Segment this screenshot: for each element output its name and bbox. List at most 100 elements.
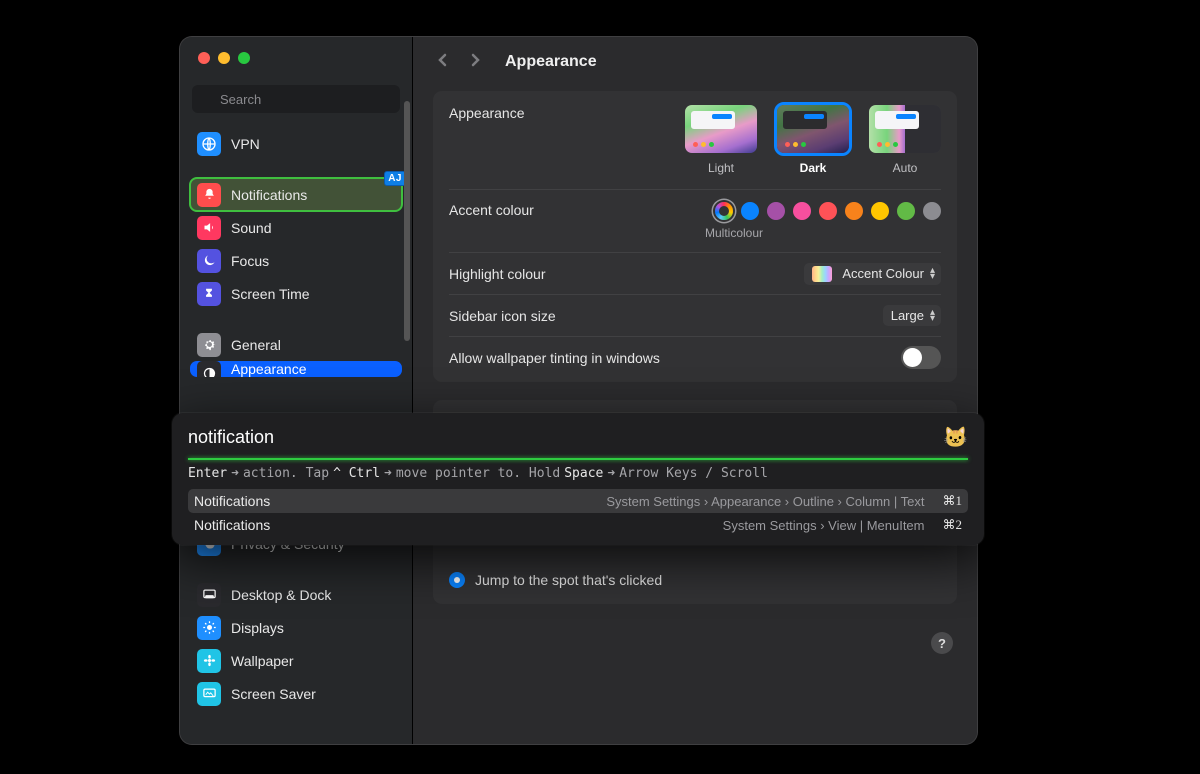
sidebar-item-notifications[interactable]: Notifications AJ: [190, 178, 402, 211]
sidebar-item-label: Sound: [231, 220, 271, 236]
sidebar-item-label: Desktop & Dock: [231, 587, 331, 603]
brightness-icon: [197, 616, 221, 640]
close-window-button[interactable]: [198, 52, 210, 64]
globe-icon: [197, 132, 221, 156]
sidebar: VPN Notifications AJ Sound F: [180, 37, 413, 744]
wallpaper-tinting-row: Allow wallpaper tinting in windows: [449, 336, 941, 378]
palette-result[interactable]: Notifications System Settings › View | M…: [188, 513, 968, 537]
moon-icon: [197, 249, 221, 273]
command-palette: 🐱 Enter➜ action. Tap ^ Ctrl➜ move pointe…: [172, 413, 984, 545]
window-controls: [180, 37, 412, 79]
sidebar-item-label: Wallpaper: [231, 653, 294, 669]
accent-swatch-multicolour[interactable]: [715, 202, 733, 220]
palette-results: Notifications System Settings › Appearan…: [188, 489, 968, 537]
palette-result-label: Notifications: [194, 493, 270, 509]
palette-result-shortcut: ⌘2: [943, 517, 963, 533]
search-container: [180, 79, 412, 123]
system-settings-window: VPN Notifications AJ Sound F: [180, 37, 977, 744]
sidebar-item-appearance[interactable]: Appearance: [190, 361, 402, 377]
sidebar-item-sound[interactable]: Sound: [190, 211, 402, 244]
appearance-options: Light Dark Auto: [685, 105, 941, 175]
palette-result-path: System Settings › View | MenuItem: [723, 518, 925, 533]
scroll-click-spot-row[interactable]: Jump to the spot that's clicked: [449, 568, 941, 600]
wallpaper-tinting-toggle[interactable]: [901, 346, 941, 369]
sidebar-item-screen-time[interactable]: Screen Time: [190, 277, 402, 310]
chevron-updown-icon: ▴▾: [930, 310, 935, 322]
appearance-option-label: Light: [708, 161, 734, 175]
chevron-updown-icon: ▴▾: [930, 268, 935, 280]
sidebar-item-label: Appearance: [231, 361, 307, 377]
dark-thumbnail: [777, 105, 849, 153]
zoom-window-button[interactable]: [238, 52, 250, 64]
accent-label: Accent colour: [449, 202, 534, 218]
highlight-gradient-icon: [812, 266, 832, 282]
palette-divider: [188, 458, 968, 460]
main-content: Appearance Appearance Light Dark: [413, 37, 977, 744]
sidebar-item-vpn[interactable]: VPN: [190, 127, 402, 160]
forward-button[interactable]: [467, 52, 483, 73]
search-input[interactable]: [192, 85, 400, 113]
settings-content: Appearance Light Dark Auto: [413, 87, 977, 670]
accent-caption: Multicolour: [705, 226, 763, 240]
palette-search-input[interactable]: [188, 427, 943, 448]
sidebar-item-displays[interactable]: Displays: [190, 611, 402, 644]
palette-result-path: System Settings › Appearance › Outline ›…: [606, 494, 924, 509]
sidebar-item-label: General: [231, 337, 281, 353]
sidebar-item-label: Notifications: [231, 187, 307, 203]
hourglass-icon: [197, 282, 221, 306]
gear-icon: [197, 333, 221, 357]
highlight-colour-select[interactable]: Accent Colour ▴▾: [804, 263, 941, 285]
sidebar-scrollbar[interactable]: [404, 101, 410, 341]
appearance-option-label: Dark: [800, 161, 827, 175]
accent-swatch-red[interactable]: [819, 202, 837, 220]
speaker-icon: [197, 216, 221, 240]
accent-colour-row: Accent colour Mu: [449, 189, 941, 252]
accent-swatch-green[interactable]: [897, 202, 915, 220]
accent-swatches: [715, 202, 941, 220]
sidebar-item-label: Focus: [231, 253, 269, 269]
sidebar-item-wallpaper[interactable]: Wallpaper: [190, 644, 402, 677]
titlebar: Appearance: [413, 37, 977, 87]
appearance-label: Appearance: [449, 105, 525, 121]
appearance-panel: Appearance Light Dark Auto: [433, 91, 957, 382]
sidebar-item-general[interactable]: General: [190, 328, 402, 361]
sidebar-size-label: Sidebar icon size: [449, 308, 556, 324]
palette-result[interactable]: Notifications System Settings › Appearan…: [188, 489, 968, 513]
tinting-label: Allow wallpaper tinting in windows: [449, 350, 660, 366]
accent-swatch-purple[interactable]: [767, 202, 785, 220]
sidebar-item-screen-saver[interactable]: Screen Saver: [190, 677, 402, 710]
accent-swatch-pink[interactable]: [793, 202, 811, 220]
accent-swatch-orange[interactable]: [845, 202, 863, 220]
flower-icon: [197, 649, 221, 673]
screensaver-icon: [197, 682, 221, 706]
accent-swatch-yellow[interactable]: [871, 202, 889, 220]
sidebar-item-label: Screen Saver: [231, 686, 316, 702]
minimize-window-button[interactable]: [218, 52, 230, 64]
palette-result-shortcut: ⌘1: [943, 493, 963, 509]
radio-button[interactable]: [449, 572, 465, 588]
accent-swatch-graphite[interactable]: [923, 202, 941, 220]
sidebar-item-desktop-dock[interactable]: Desktop & Dock: [190, 578, 402, 611]
back-button[interactable]: [435, 52, 451, 73]
sidebar-item-label: Screen Time: [231, 286, 310, 302]
highlight-colour-row: Highlight colour Accent Colour ▴▾: [449, 252, 941, 294]
palette-result-label: Notifications: [194, 517, 270, 533]
appearance-option-auto[interactable]: Auto: [869, 105, 941, 175]
highlight-value: Accent Colour: [842, 266, 924, 281]
appearance-option-dark[interactable]: Dark: [777, 105, 849, 175]
appearance-icon: [197, 361, 221, 377]
sidebar-item-label: VPN: [231, 136, 260, 152]
sidebar-size-select[interactable]: Large ▴▾: [883, 305, 941, 326]
appearance-mode-row: Appearance Light Dark Auto: [449, 103, 941, 189]
shortcut-badge: AJ: [384, 171, 406, 186]
bell-icon: [197, 183, 221, 207]
sidebar-icon-size-row: Sidebar icon size Large ▴▾: [449, 294, 941, 336]
appearance-option-light[interactable]: Light: [685, 105, 757, 175]
page-title: Appearance: [505, 53, 597, 71]
sidebar-item-focus[interactable]: Focus: [190, 244, 402, 277]
help-button[interactable]: ?: [931, 632, 953, 654]
dock-icon: [197, 583, 221, 607]
sidebar-item-label: Displays: [231, 620, 284, 636]
accent-swatch-blue[interactable]: [741, 202, 759, 220]
palette-hint: Enter➜ action. Tap ^ Ctrl➜ move pointer …: [188, 466, 968, 481]
